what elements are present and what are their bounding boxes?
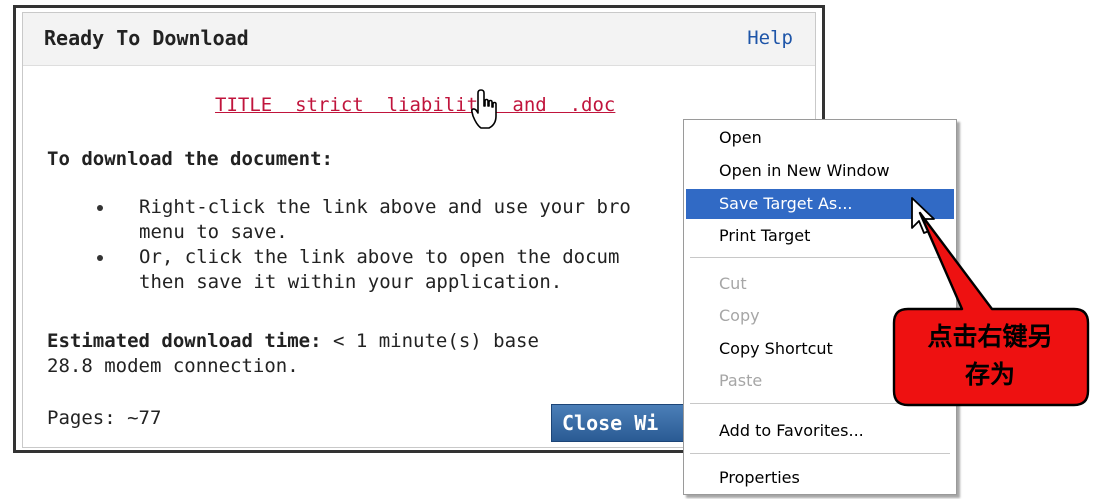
- menu-item-add-to-favorites[interactable]: Add to Favorites...: [686, 416, 954, 446]
- document-download-link[interactable]: TITLE strict liability and .doc: [215, 94, 615, 116]
- estimate-label: Estimated download time:: [47, 330, 322, 352]
- dialog-title: Ready To Download: [44, 26, 249, 50]
- help-link[interactable]: Help: [747, 27, 793, 49]
- callout-line-2: 存为: [964, 360, 1015, 389]
- page-count: Pages: ~77: [47, 407, 162, 429]
- menu-item-properties[interactable]: Properties: [686, 463, 954, 493]
- menu-item-open-new-window[interactable]: Open in New Window: [686, 156, 954, 186]
- instructions-title: To download the document:: [47, 148, 333, 170]
- callout-text: 点击右键另 存为: [895, 318, 1085, 394]
- instruction-item: Right-click the link above and use your …: [87, 195, 631, 245]
- estimated-download-time: Estimated download time: < 1 minute(s) b…: [47, 329, 539, 379]
- instruction-item: Or, click the link above to open the doc…: [87, 245, 631, 295]
- menu-item-open[interactable]: Open: [686, 123, 954, 153]
- hand-pointer-icon: [471, 89, 497, 129]
- callout-line-1: 点击右键另: [927, 322, 1053, 351]
- menu-separator: [690, 453, 950, 454]
- dialog-header: Ready To Download Help: [23, 13, 815, 66]
- close-window-button[interactable]: Close Wi: [551, 404, 701, 442]
- instructions-list: Right-click the link above and use your …: [87, 195, 631, 295]
